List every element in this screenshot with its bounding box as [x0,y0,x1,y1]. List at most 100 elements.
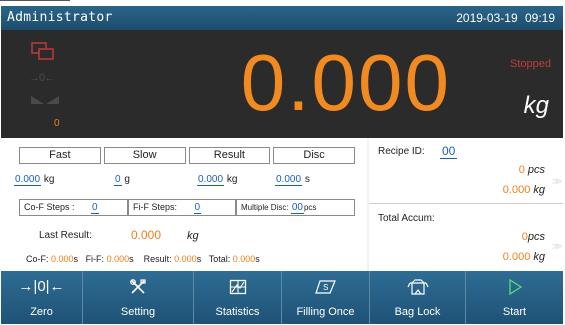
recipe-kg: 0.000 kg [503,184,545,196]
weight-display: →0← 0 0.000 Stopped kg [1,30,563,138]
fif-steps-label: Fi-F Steps: [133,202,178,212]
zero-label: Zero [30,306,53,318]
fif-steps-input[interactable]: 0 [193,202,202,214]
stable-icon [31,96,59,104]
counter-value: 0 [54,118,60,129]
window-icon [31,42,54,60]
timing-summary: Co-F: 0.000s Fi-F: 0.000s Result: 0.000s… [26,254,260,264]
last-result-value: 0.000 [131,228,162,242]
cof-steps: Co-F Steps : 0 [19,199,128,216]
chevron-right-icon[interactable]: >> [552,241,562,253]
tools-icon [83,279,193,299]
parameter-tabs: Fast Slow Result Disc [19,147,355,164]
start-button[interactable]: Start [466,271,563,324]
weight-value: 0.000 [240,38,451,127]
zero-icon: →|0|← [18,278,65,295]
slow-input[interactable]: 0 [114,174,122,186]
recipe-pcs: 0 pcs [519,164,545,176]
statistics-label: Statistics [215,306,260,318]
cof-steps-input[interactable]: 0 [91,202,99,214]
slow-field: 0 g [114,174,130,186]
tab-slow[interactable]: Slow [103,147,186,164]
summary-panel: Recipe ID: 00 0 pcs 0.000 kg >> Total Ac… [369,138,563,271]
bag-lock-label: Bag Lock [394,306,441,318]
last-result-unit: kg [187,230,199,242]
time-text: 09:19 [524,11,555,25]
datetime: 2019-03-19 09:19 [456,11,555,25]
total-accum-section[interactable]: Total Accum: 0pcs 0.000 kg >> [369,205,563,271]
multiple-disc-input[interactable]: 00 [290,202,304,214]
result-field: 0.000 kg [197,174,238,186]
total-time-label: Total: [208,254,231,264]
title-bar: Administrator 2019-03-19 09:19 [1,6,563,30]
filling-once-label: Filling Once [296,306,355,318]
last-result-label: Last Result: [39,230,92,241]
play-icon [466,278,563,299]
total-time-unit: s [255,254,260,264]
result-time-unit: s [196,254,202,264]
statistics-icon [194,279,281,299]
recipe-pcs-value: 0 [518,164,525,176]
disc-unit: s [304,174,310,185]
total-time-value: 0.000 [232,254,256,264]
svg-text:S: S [323,283,328,292]
steps-row: Co-F Steps : 0 Fi-F Steps: 0 Multiple Di… [19,199,355,216]
user-title: Administrator [7,10,113,25]
accum-kg: 0.000 kg [503,251,545,263]
recipe-pcs-unit: pcs [527,164,545,176]
recipe-id-label: Recipe ID: [378,146,425,157]
slow-unit: g [124,174,130,185]
cof-steps-label: Co-F Steps : [24,202,75,212]
tab-result[interactable]: Result [188,147,271,164]
recipe-id-value[interactable]: 00 [440,144,458,159]
multiple-disc-unit: pcs [303,203,317,212]
result-unit: kg [226,174,238,185]
tab-fast[interactable]: Fast [19,147,101,164]
filling-once-icon: S [282,279,369,299]
filling-once-button[interactable]: S Filling Once [282,271,370,324]
accum-kg-unit: kg [533,251,545,263]
status-text: Stopped [510,58,551,70]
weight-unit: kg [523,92,549,119]
result-time-value: 0.000 [174,254,197,264]
chevron-right-icon[interactable]: >> [552,176,562,188]
multiple-disc-label: Multiple Disc: [241,203,289,212]
parameter-values: 0.000 kg 0 g 0.000 kg 0.000 s [1,174,367,188]
fast-unit: kg [43,174,55,185]
fif-time-value: 0.000 [106,254,130,264]
start-label: Start [502,306,527,318]
cof-time-value: 0.000 [51,254,74,264]
result-input[interactable]: 0.000 [197,174,225,186]
disc-field: 0.000 s [275,174,310,186]
fast-field: 0.000 kg [14,174,55,186]
bag-lock-button[interactable]: Bag Lock [370,271,466,324]
date-text: 2019-03-19 [456,11,518,25]
statistics-button[interactable]: Statistics [194,271,282,324]
tab-disc[interactable]: Disc [273,147,355,164]
app-window: Administrator 2019-03-19 09:19 →0← 0 0.0… [0,0,565,325]
zero-button[interactable]: →|0|← Zero [1,271,83,324]
cof-time-unit: s [73,254,79,264]
parameters-panel: Fast Slow Result Disc 0.000 kg 0 g 0.000… [1,138,367,271]
total-accum-label: Total Accum: [378,213,435,224]
accum-pcs: 0pcs [522,231,545,243]
accum-kg-value: 0.000 [502,251,531,263]
bag-lock-icon [370,279,465,299]
parameters-area: Fast Slow Result Disc 0.000 kg 0 g 0.000… [1,138,563,271]
recipe-kg-value: 0.000 [502,184,531,196]
result-time-label: Result: [143,254,172,264]
fast-input[interactable]: 0.000 [14,174,42,186]
recipe-section[interactable]: Recipe ID: 00 0 pcs 0.000 kg >> [369,138,563,204]
zero-status-icon: →0← [29,72,55,84]
setting-button[interactable]: Setting [83,271,194,324]
fif-steps: Fi-F Steps: 0 [128,199,236,216]
cof-time-label: Co-F: [26,254,49,264]
setting-label: Setting [120,306,156,318]
fif-time-label: Fi-F: [85,254,105,264]
disc-input[interactable]: 0.000 [275,174,303,186]
recipe-kg-unit: kg [533,184,545,196]
fif-time-unit: s [129,254,134,264]
multiple-disc: Multiple Disc: 00pcs [236,199,355,216]
bottom-toolbar: →|0|← Zero Setting Statistics S Filling … [1,271,563,324]
accum-pcs-unit: pcs [527,231,545,243]
